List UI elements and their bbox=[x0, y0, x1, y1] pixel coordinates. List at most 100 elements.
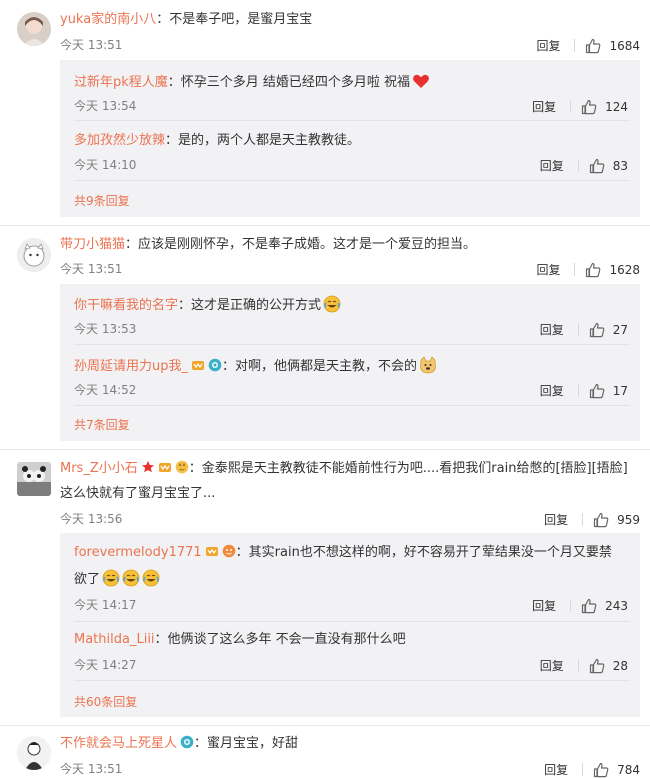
thumbs-up-icon bbox=[581, 598, 597, 613]
heart-emoji bbox=[413, 74, 429, 88]
reply-button[interactable]: 回复 bbox=[544, 511, 568, 528]
comment-username[interactable]: Mrs_Z小小石 bbox=[60, 461, 138, 476]
view-more-replies-link[interactable]: 共60条回复 bbox=[74, 694, 137, 710]
like-button[interactable]: 784 bbox=[593, 762, 640, 778]
reply-actions: 回复 27 bbox=[540, 321, 628, 338]
like-button[interactable]: 28 bbox=[589, 658, 628, 674]
comment-time: 今天 13:51 bbox=[60, 262, 123, 276]
thumbs-up-icon bbox=[589, 658, 605, 673]
reply-time: 今天 14:17 bbox=[74, 598, 137, 612]
like-button[interactable]: 243 bbox=[581, 598, 628, 614]
comment-time: 今天 13:51 bbox=[60, 38, 123, 52]
like-count: 959 bbox=[617, 512, 640, 527]
avatar[interactable] bbox=[17, 462, 51, 496]
avatar[interactable] bbox=[17, 238, 51, 272]
comment-username[interactable]: 不作就会马上死星人 bbox=[60, 736, 177, 751]
like-count: 1628 bbox=[609, 262, 640, 277]
like-button[interactable]: 959 bbox=[593, 512, 640, 528]
reply-content: 孙周延请用力up我_ ：对啊，他俩都是天主教，不会的 bbox=[74, 356, 437, 376]
reply-text: ：是的，两个人都是天主教教徒。 bbox=[165, 133, 361, 148]
divider bbox=[577, 159, 579, 172]
like-count: 784 bbox=[617, 762, 640, 777]
view-more-replies-link[interactable]: 共9条回复 bbox=[74, 193, 130, 209]
reply-box: 过新年pk程人魔：怀孕三个多月 结婚已经四个多月啦 祝福 今天 13:54 回复… bbox=[60, 60, 640, 217]
thumbs-up-icon bbox=[593, 762, 609, 777]
divider bbox=[570, 100, 572, 113]
vip-badge-icon bbox=[205, 547, 218, 556]
comment-content: Mrs_Z小小石 ：金泰熙是天主教教徒不能婚前性行为吧....看把我们rain给憋… bbox=[60, 460, 628, 478]
laugh-cry-emoji bbox=[323, 295, 341, 313]
doge-emoji bbox=[420, 356, 436, 374]
reply-button[interactable]: 回复 bbox=[540, 382, 564, 399]
like-button[interactable]: 124 bbox=[581, 99, 628, 115]
laugh-cry-emoji bbox=[142, 569, 160, 587]
reply-time: 今天 13:54 bbox=[74, 99, 137, 113]
comment-text: ：金泰熙是天主教教徒不能婚前性行为吧....看把我们rain给憋的[捂脸][捂脸… bbox=[188, 461, 628, 476]
avatar[interactable] bbox=[17, 12, 51, 46]
like-button[interactable]: 17 bbox=[589, 383, 628, 399]
avatar[interactable] bbox=[17, 736, 51, 770]
laugh-cry-emoji bbox=[122, 569, 140, 587]
comment-actions: 回复 959 bbox=[544, 511, 640, 528]
comment-username[interactable]: yuka家的南小八 bbox=[60, 12, 156, 27]
like-button[interactable]: 1628 bbox=[585, 262, 640, 278]
reply-button[interactable]: 回复 bbox=[532, 597, 556, 614]
vip-badge-icon bbox=[158, 463, 171, 472]
divider bbox=[577, 323, 579, 336]
reply-button[interactable]: 回复 bbox=[532, 98, 556, 115]
comment-text: ：不是奉子吧，是蜜月宝宝 bbox=[156, 12, 313, 27]
comment-username[interactable]: 带刀小猫猫 bbox=[60, 237, 125, 252]
like-count: 243 bbox=[605, 598, 628, 613]
divider bbox=[577, 659, 579, 672]
reply-username[interactable]: 孙周延请用力up我_ bbox=[74, 359, 188, 374]
comment-text-continued: 这么快就有了蜜月宝宝了... bbox=[60, 486, 216, 501]
like-count: 124 bbox=[605, 99, 628, 114]
fan-badge-icon bbox=[175, 460, 189, 474]
reply-text: ：他俩谈了这么多年 不会一直没有那什么吧 bbox=[154, 632, 406, 647]
reply-actions: 回复 83 bbox=[540, 157, 628, 174]
divider bbox=[74, 120, 630, 121]
reply-content-continued: 欲了 bbox=[74, 569, 160, 589]
like-button[interactable]: 27 bbox=[589, 322, 628, 338]
reply-content: 过新年pk程人魔：怀孕三个多月 结婚已经四个多月啦 祝福 bbox=[74, 72, 430, 92]
reply-username[interactable]: 过新年pk程人魔 bbox=[74, 75, 168, 90]
thumbs-up-icon bbox=[589, 158, 605, 173]
reply-username[interactable]: 你干嘛看我的名字 bbox=[74, 298, 178, 313]
reply-button[interactable]: 回复 bbox=[540, 657, 564, 674]
divider bbox=[577, 384, 579, 397]
fan-badge-icon bbox=[222, 544, 235, 558]
reply-username[interactable]: forevermelody1771 bbox=[74, 545, 202, 560]
divider bbox=[570, 599, 572, 612]
vip-badge-icon bbox=[192, 361, 204, 370]
reply-time: 今天 13:53 bbox=[74, 322, 137, 336]
divider bbox=[574, 39, 576, 52]
comment-content: 不作就会马上死星人 ：蜜月宝宝，好甜 bbox=[60, 735, 298, 753]
comment-text: ：应该是刚刚怀孕，不是奉子成婚。这才是一个爱豆的担当。 bbox=[125, 237, 477, 252]
view-more-replies-link[interactable]: 共7条回复 bbox=[74, 417, 130, 433]
reply-actions: 回复 124 bbox=[532, 98, 628, 115]
reply-username[interactable]: Mathilda_Liii bbox=[74, 632, 155, 647]
reply-time: 今天 14:10 bbox=[74, 158, 137, 172]
reply-button[interactable]: 回复 bbox=[536, 37, 560, 54]
thumbs-up-icon bbox=[586, 38, 601, 53]
like-button[interactable]: 83 bbox=[589, 158, 628, 174]
comment-content: yuka家的南小八：不是奉子吧，是蜜月宝宝 bbox=[60, 11, 312, 29]
reply-button[interactable]: 回复 bbox=[544, 761, 568, 778]
divider bbox=[0, 225, 650, 226]
thumbs-up-icon bbox=[586, 262, 601, 277]
star-badge-icon bbox=[141, 461, 154, 473]
comment-text: ：蜜月宝宝，好甜 bbox=[194, 736, 299, 751]
comment-time: 今天 13:51 bbox=[60, 762, 123, 776]
divider bbox=[74, 680, 630, 681]
divider bbox=[74, 621, 630, 622]
reply-text-continued: 欲了 bbox=[74, 572, 101, 587]
reply-username[interactable]: 多加孜然少放辣 bbox=[74, 133, 165, 148]
like-button[interactable]: 1684 bbox=[585, 38, 640, 54]
reply-button[interactable]: 回复 bbox=[540, 157, 564, 174]
like-count: 27 bbox=[612, 322, 628, 337]
reply-time: 今天 14:52 bbox=[74, 383, 137, 397]
reply-text: ：其实rain也不想这样的啊，好不容易开了荤结果没一个月又要禁 bbox=[235, 545, 612, 560]
reply-button[interactable]: 回复 bbox=[540, 321, 564, 338]
comment-time: 今天 13:56 bbox=[60, 512, 123, 526]
reply-button[interactable]: 回复 bbox=[536, 261, 560, 278]
